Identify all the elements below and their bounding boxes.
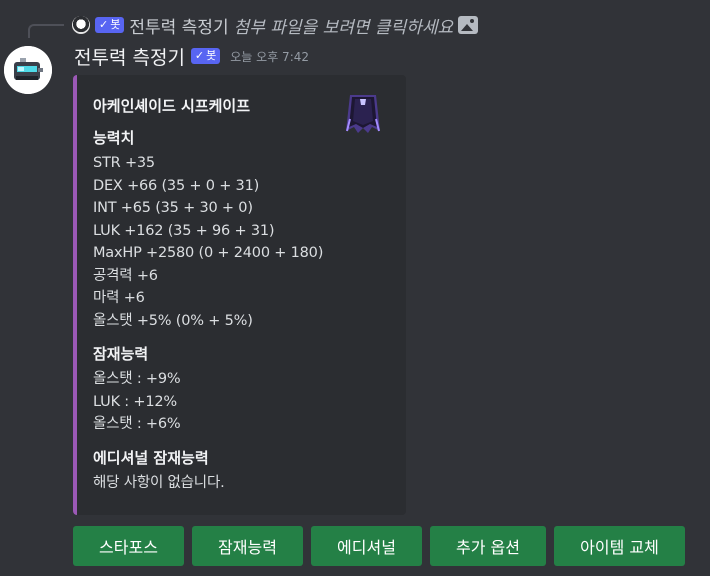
additional-field-name: 에디셔널 잠재능력 (93, 448, 209, 467)
username[interactable]: 전투력 측정기 (74, 43, 185, 70)
bot-tag: ✓ 봇 (190, 48, 221, 64)
stat-line: 올스탯 +5% (0% + 5%) (93, 312, 253, 329)
cape-thumbnail[interactable] (340, 91, 386, 137)
reply-author[interactable]: 전투력 측정기 (129, 13, 228, 38)
reply-preview[interactable]: 첨부 파일을 보려면 클릭하세요 (234, 13, 454, 38)
potential-line: 올스탯 : +6% (93, 416, 181, 432)
potential-field-name: 잠재능력 (93, 345, 149, 363)
potential-button[interactable]: 잠재능력 (192, 526, 303, 566)
stat-line: MaxHP +2580 (0 + 2400 + 180) (93, 245, 324, 261)
avatar[interactable] (4, 46, 52, 94)
action-row: 스타포스 잠재능력 에디셔널 추가 옵션 아이템 교체 (73, 526, 685, 566)
reply-avatar[interactable] (72, 16, 90, 34)
stat-line: INT +65 (35 + 30 + 0) (93, 200, 253, 216)
additional-button[interactable]: 에디셔널 (311, 526, 422, 566)
timestamp[interactable]: 오늘 오후 7:42 (230, 48, 309, 65)
check-icon: ✓ (194, 49, 205, 62)
potential-line: 올스탯 : +9% (93, 371, 181, 387)
image-icon (458, 16, 479, 34)
extra-option-button[interactable]: 추가 옵션 (430, 526, 546, 566)
embed: 아케인셰이드 시프케이프 능력치 STR +35 DEX +66 (35 + 0… (73, 75, 406, 515)
stat-line: DEX +66 (35 + 0 + 31) (93, 177, 260, 194)
bot-tag-label: 봇 (206, 49, 217, 62)
replace-item-button[interactable]: 아이템 교체 (554, 526, 685, 566)
message-header: 전투력 측정기 ✓ 봇 오늘 오후 7:42 (74, 43, 309, 69)
chat-message: ✓ 봇 전투력 측정기 첨부 파일을 보려면 클릭하세요 전투력 측정기 ✓ 봇 오… (0, 0, 710, 576)
stat-line: 공격력 +6 (93, 267, 158, 284)
stat-line: STR +35 (93, 155, 155, 171)
starforce-button[interactable]: 스타포스 (73, 526, 184, 566)
potential-line: LUK : +12% (93, 393, 177, 410)
stat-line: LUK +162 (35 + 96 + 31) (93, 222, 275, 239)
check-icon: ✓ (99, 18, 109, 31)
reply-reference[interactable]: ✓ 봇 전투력 측정기 첨부 파일을 보려면 클릭하세요 (72, 13, 479, 38)
additional-value: 해당 사항이 없습니다. (93, 474, 225, 491)
reply-bot-tag: ✓ 봇 (95, 17, 125, 33)
stat-line: 마력 +6 (93, 290, 145, 306)
reply-connector (28, 24, 64, 38)
reply-bot-tag-label: 봇 (110, 18, 121, 31)
bot-avatar-icon (4, 46, 52, 94)
